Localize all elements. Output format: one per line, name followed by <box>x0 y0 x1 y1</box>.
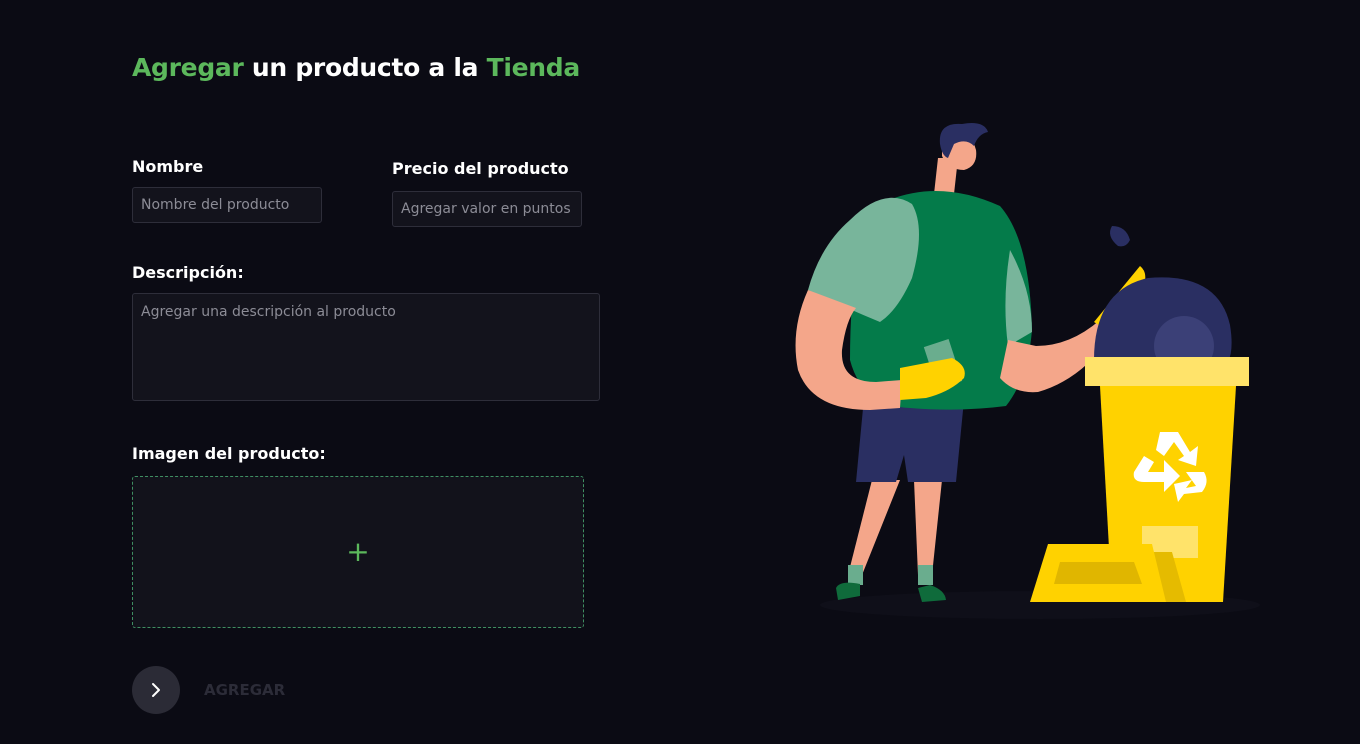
name-label: Nombre <box>132 157 204 176</box>
submit-arrow-button[interactable] <box>132 666 180 714</box>
image-upload-dropzone[interactable]: + <box>132 476 584 628</box>
product-description-textarea[interactable] <box>132 293 600 401</box>
add-product-page: Agregar un producto a la Tienda Nombre P… <box>0 0 1360 744</box>
plus-icon: + <box>346 535 370 568</box>
product-name-input[interactable] <box>132 187 322 223</box>
title-accent-agregar: Agregar <box>132 53 244 82</box>
recycling-person-illustration <box>795 123 1260 619</box>
image-label: Imagen del producto: <box>132 444 326 463</box>
chevron-right-icon <box>152 683 160 697</box>
product-price-input[interactable] <box>392 191 582 227</box>
submit-button-label[interactable]: AGREGAR <box>204 681 285 699</box>
recycling-bin <box>1030 226 1249 602</box>
price-label: Precio del producto <box>392 159 569 178</box>
title-middle: un producto a la <box>243 53 487 82</box>
page-title: Agregar un producto a la Tienda <box>132 53 580 82</box>
description-label: Descripción: <box>132 263 244 282</box>
title-accent-tienda: Tienda <box>486 53 581 82</box>
